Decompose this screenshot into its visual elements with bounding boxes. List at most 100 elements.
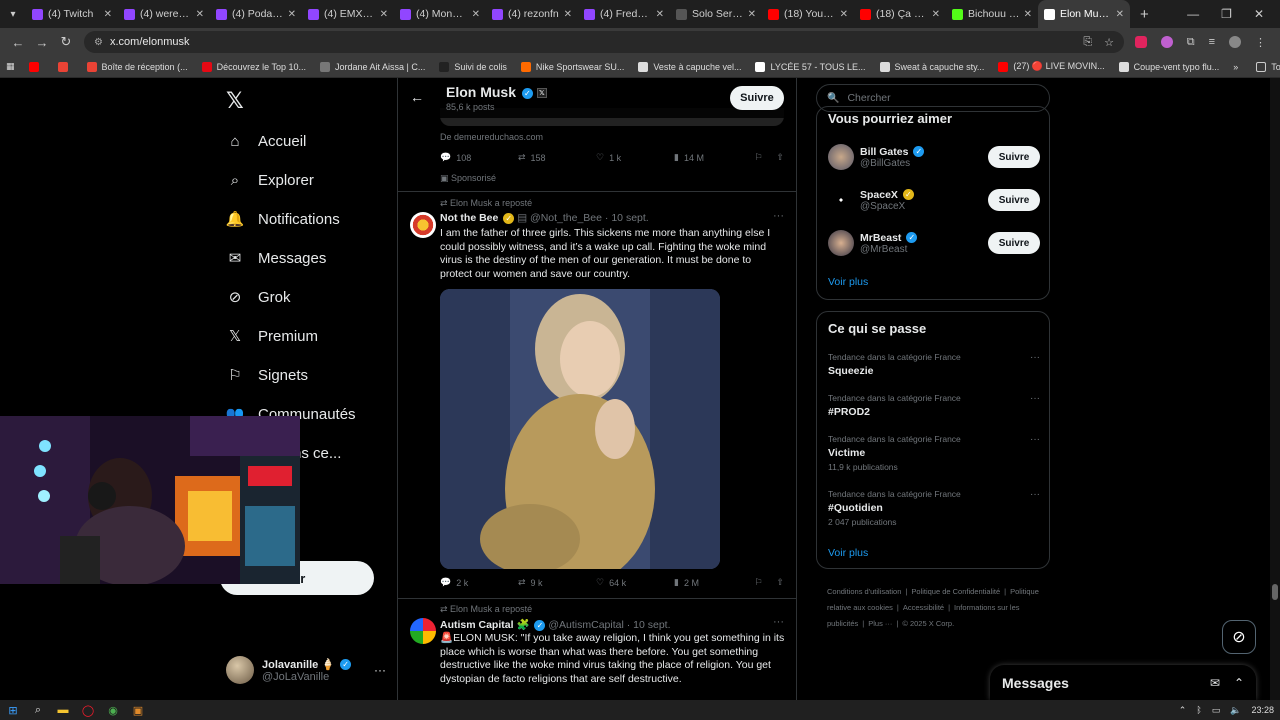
bookmark-item[interactable]: Sweat à capuche sty...	[879, 61, 984, 72]
url-bar[interactable]: ⚙ x.com/elonmusk ⎘ ☆	[84, 31, 1124, 53]
trend-item[interactable]: Tendance dans la catégorie France Squeezi…	[828, 352, 1040, 377]
show-more-link[interactable]: Voir plus	[828, 276, 868, 288]
bookmark-item[interactable]: Veste à capuche vel...	[638, 61, 741, 72]
new-tab-button[interactable]: +	[1130, 6, 1159, 23]
tab-close-icon[interactable]: ✕	[564, 9, 572, 20]
tweet-image[interactable]	[440, 289, 720, 569]
tab-close-icon[interactable]: ✕	[196, 9, 204, 20]
show-more-link[interactable]: Voir plus	[828, 547, 868, 559]
tab-close-icon[interactable]: ✕	[1116, 9, 1124, 20]
repost-button[interactable]: ⇄ 9 k	[518, 577, 596, 588]
footer-link[interactable]: Plus ···	[868, 619, 892, 628]
scrollbar[interactable]	[1270, 78, 1280, 700]
url-text[interactable]: x.com/elonmusk	[110, 36, 1083, 48]
follow-button[interactable]: Suivre	[988, 189, 1040, 211]
nav-item[interactable]: 🔔 Notifications	[226, 206, 340, 232]
clock[interactable]: 23:28	[1251, 705, 1274, 715]
minimize-icon[interactable]: —	[1187, 7, 1199, 21]
forward-icon[interactable]: →	[30, 35, 54, 50]
like-button[interactable]: ♡ 64 k	[596, 577, 674, 588]
footer-link[interactable]: Politique de Confidentialité	[911, 587, 1000, 596]
avatar[interactable]	[410, 212, 436, 238]
back-arrow-icon[interactable]: ←	[410, 89, 424, 105]
tab-search-icon[interactable]: ▾	[0, 0, 26, 28]
bookmark-item[interactable]: Découvrez le Top 10...	[201, 61, 306, 72]
share-icon[interactable]: ⇧	[776, 577, 784, 588]
all-bookmarks-folder[interactable]: Tous les favoris	[1256, 61, 1280, 72]
new-message-icon[interactable]: ✉	[1210, 676, 1220, 690]
tab-close-icon[interactable]: ✕	[288, 9, 296, 20]
footer-link[interactable]: Conditions d'utilisation	[827, 587, 901, 596]
views-button[interactable]: ▮ 2 M	[674, 577, 752, 588]
bookmark-item[interactable]: Coupe-vent typo flu...	[1118, 61, 1219, 72]
follow-button[interactable]: Suivre	[988, 232, 1040, 254]
repost-button[interactable]: ⇄ 158	[518, 152, 596, 163]
reload-icon[interactable]: ↻	[54, 34, 78, 50]
tab-close-icon[interactable]: ✕	[656, 9, 664, 20]
bookmark-item[interactable]: LYCÉE 57 - TOUS LE...	[755, 61, 866, 72]
trend-item[interactable]: Tendance dans la catégorie France Victime…	[828, 434, 1040, 472]
chrome-icon[interactable]: ◉	[106, 703, 120, 717]
trend-item[interactable]: Tendance dans la catégorie France #Quotid…	[828, 489, 1040, 527]
bookmark-star-icon[interactable]: ☆	[1104, 36, 1114, 49]
bookmark-item[interactable]	[28, 61, 44, 72]
search-icon[interactable]: ⌕	[31, 703, 45, 717]
more-icon[interactable]: ···	[773, 616, 784, 628]
nav-item[interactable]: ⚐ Signets	[226, 362, 308, 388]
browser-tab[interactable]: (4) PodaSai ✕	[210, 0, 302, 28]
avatar[interactable]	[410, 618, 436, 644]
tab-close-icon[interactable]: ✕	[104, 9, 112, 20]
bookmark-item[interactable]: Suivi de colis	[439, 61, 507, 72]
browser-tab[interactable]: (18) Ça parle ✕	[854, 0, 946, 28]
browser-tab[interactable]: (4) EMXXRR ✕	[302, 0, 394, 28]
browser-tab[interactable]: Bichouu Stre ✕	[946, 0, 1038, 28]
browser-tab[interactable]: Elon Musk (✕	[1038, 0, 1130, 28]
more-icon[interactable]: ···	[1030, 434, 1040, 445]
close-window-icon[interactable]: ✕	[1254, 7, 1264, 21]
nav-item[interactable]: ⌂ Accueil	[226, 128, 306, 154]
tweet-author[interactable]: Not the Bee ✓ ▤ @Not_the_Bee · 10 sept.	[440, 212, 649, 224]
tab-close-icon[interactable]: ✕	[1024, 9, 1032, 20]
bookmark-item[interactable]: Boîte de réception (...	[86, 61, 188, 72]
nav-item[interactable]: ✉ Messages	[226, 245, 327, 271]
more-icon[interactable]: ···	[374, 663, 386, 677]
site-info-icon[interactable]: ⚙	[94, 37, 110, 48]
messages-drawer[interactable]: Messages ✉ ⌃	[990, 665, 1256, 700]
windows-start-icon[interactable]: ⊞	[6, 703, 20, 717]
browser-tab[interactable]: (4) Fredoxie ✕	[578, 0, 670, 28]
more-bookmarks-icon[interactable]: »	[1233, 62, 1238, 72]
extension-icon[interactable]	[1160, 36, 1173, 48]
file-explorer-icon[interactable]: ▬	[56, 703, 70, 717]
more-icon[interactable]: ···	[1030, 352, 1040, 363]
opera-icon[interactable]: ◯	[81, 703, 95, 717]
grok-button[interactable]: ⊘	[1222, 620, 1256, 654]
tab-close-icon[interactable]: ✕	[472, 9, 480, 20]
bookmark-item[interactable]	[57, 61, 73, 72]
share-icon[interactable]: ⇧	[776, 152, 784, 163]
follow-button[interactable]: Suivre	[988, 146, 1040, 168]
reply-button[interactable]: 💬 2 k	[440, 577, 518, 588]
account-switcher[interactable]: Jolavanille 🍦 ✓ @JoLaVanille ···	[226, 654, 386, 686]
bookmark-item[interactable]: Nike Sportswear SU...	[520, 61, 624, 72]
restore-icon[interactable]: ❐	[1221, 7, 1232, 21]
who-to-follow-item[interactable]: SpaceX ✓ @SpaceX Suivre	[828, 183, 1040, 217]
app-icon[interactable]: ▣	[131, 703, 145, 717]
browser-menu-icon[interactable]: ⋮	[1255, 36, 1266, 49]
more-icon[interactable]: ···	[1030, 393, 1040, 404]
media-control-icon[interactable]: ≡	[1209, 36, 1215, 48]
nav-item[interactable]: ⌕ Explorer	[226, 167, 314, 193]
browser-tab[interactable]: (4) rezonfn ✕	[486, 0, 578, 28]
footer-link[interactable]: © 2025 X Corp.	[902, 619, 954, 628]
network-icon[interactable]: ▭	[1212, 705, 1221, 716]
who-to-follow-item[interactable]: MrBeast ✓ @MrBeast Suivre	[828, 226, 1040, 260]
more-icon[interactable]: ···	[773, 210, 784, 222]
browser-tab[interactable]: Solo Series ✕	[670, 0, 762, 28]
bookmark-item[interactable]: (27) 🔴 LIVE MOVIN...	[998, 61, 1105, 72]
browser-tab[interactable]: (18) YouTube ✕	[762, 0, 854, 28]
install-app-icon[interactable]: ⎘	[1083, 36, 1092, 49]
tab-close-icon[interactable]: ✕	[748, 9, 756, 20]
browser-tab[interactable]: (4) Mongran ✕	[394, 0, 486, 28]
tray-icon[interactable]: ⌃	[1179, 705, 1187, 716]
browser-tab[interactable]: (4) Twitch ✕	[26, 0, 118, 28]
bookmark-item[interactable]: Jordane Ait Aissa | C...	[319, 61, 425, 72]
